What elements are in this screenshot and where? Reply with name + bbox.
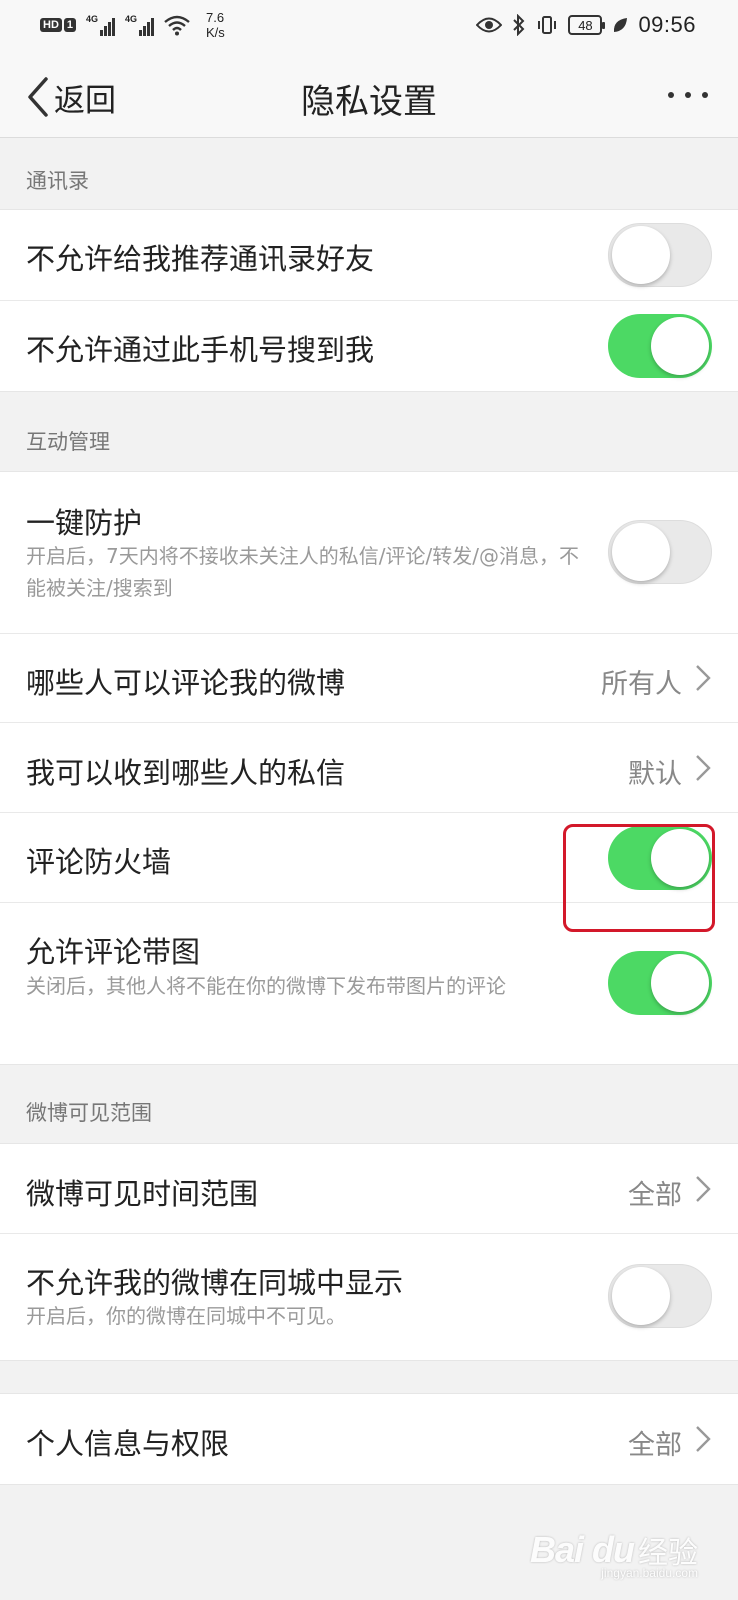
row-title: 我可以收到哪些人的私信	[26, 756, 346, 790]
row-title: 允许评论带图	[26, 935, 201, 969]
chevron-left-icon	[28, 77, 48, 117]
sim-label: 1	[63, 18, 77, 32]
toggle-switch[interactable]	[608, 1264, 712, 1328]
clock: 09:56	[638, 12, 696, 37]
watermark-main: Bai du	[529, 1529, 635, 1570]
row-comment-firewall[interactable]: 评论防火墙	[0, 813, 738, 903]
row-one-key-protect[interactable]: 一键防护 开启后，7天内将不接收未关注人的私信/评论/转发/@消息，不能被关注/…	[0, 472, 738, 634]
group-visibility: 微博可见时间范围 全部 不允许我的微博在同城中显示 开启后，你的微博在同城中不可…	[0, 1143, 738, 1361]
toggle-switch[interactable]	[608, 951, 712, 1015]
row-value: 全部	[628, 1430, 682, 1461]
row-no-phone-search[interactable]: 不允许通过此手机号搜到我	[0, 301, 738, 391]
row-value: 默认	[628, 759, 682, 790]
hd-icon: HD 1	[40, 18, 77, 32]
back-label: 返回	[54, 82, 116, 119]
wifi-icon	[164, 15, 190, 36]
row-subtitle: 开启后，你的微博在同城中不可见。	[26, 1304, 346, 1328]
status-right: 48 09:56	[476, 12, 696, 38]
row-subtitle: 关闭后，其他人将不能在你的微博下发布带图片的评论	[26, 974, 506, 998]
battery-icon: 48	[568, 15, 606, 35]
row-title: 不允许我的微博在同城中显示	[26, 1266, 404, 1300]
chevron-right-icon	[696, 665, 711, 691]
more-dots-icon[interactable]	[668, 92, 708, 98]
watermark-url: jingyan.baidu.com	[601, 1566, 698, 1580]
toggle-switch[interactable]	[608, 826, 712, 890]
signal-icon: 4G	[86, 14, 116, 36]
back-button[interactable]: 返回	[26, 76, 116, 119]
status-left: HD 1 4G 4G 7.6 K/s	[40, 10, 225, 40]
toggle-switch[interactable]	[608, 314, 712, 378]
net-speed-unit: K/s	[206, 25, 225, 40]
row-title: 不允许给我推荐通讯录好友	[26, 242, 375, 276]
row-value: 所有人	[601, 669, 682, 700]
battery-level: 48	[578, 17, 593, 33]
hd-label: HD	[40, 18, 62, 32]
eye-icon	[476, 17, 503, 33]
chevron-right-icon	[696, 1426, 711, 1452]
vibrate-icon	[538, 16, 557, 34]
leaf-icon	[614, 18, 628, 32]
group-personal: 个人信息与权限 全部	[0, 1393, 738, 1485]
row-title: 不允许通过此手机号搜到我	[26, 333, 375, 367]
row-title: 评论防火墙	[26, 845, 172, 879]
row-title: 哪些人可以评论我的微博	[26, 666, 346, 700]
toggle-switch[interactable]	[608, 520, 712, 584]
row-subtitle: 开启后，7天内将不接收未关注人的私信/评论/转发/@消息，不能被关注/搜索到	[26, 544, 579, 600]
signal-icon: 4G	[125, 14, 155, 36]
section-header-contacts: 通讯录	[26, 169, 89, 193]
row-allow-comment-images[interactable]: 允许评论带图 关闭后，其他人将不能在你的微博下发布带图片的评论	[0, 903, 738, 1064]
row-visible-time-range[interactable]: 微博可见时间范围 全部	[0, 1144, 738, 1234]
row-private-messages[interactable]: 我可以收到哪些人的私信 默认	[0, 723, 738, 813]
status-bar: HD 1 4G 4G 7.6 K/s 48 09:56	[0, 0, 738, 56]
row-title: 一键防护	[26, 506, 143, 540]
nav-bar: 返回 隐私设置	[0, 56, 738, 138]
chevron-right-icon	[696, 1176, 711, 1202]
row-who-can-comment[interactable]: 哪些人可以评论我的微博 所有人	[0, 634, 738, 723]
bluetooth-icon	[513, 14, 525, 36]
baidu-watermark: Bai du 经验 jingyan.baidu.com	[529, 1528, 698, 1580]
net-speed: 7.6 K/s	[206, 10, 225, 40]
group-contacts: 不允许给我推荐通讯录好友 不允许通过此手机号搜到我	[0, 209, 738, 392]
section-header-visibility: 微博可见范围	[26, 1101, 152, 1125]
row-hide-in-city[interactable]: 不允许我的微博在同城中显示 开启后，你的微博在同城中不可见。	[0, 1234, 738, 1360]
row-title: 个人信息与权限	[26, 1427, 230, 1461]
signal-type-label: 4G	[125, 14, 138, 24]
group-interaction: 一键防护 开启后，7天内将不接收未关注人的私信/评论/转发/@消息，不能被关注/…	[0, 471, 738, 1065]
row-value: 全部	[628, 1180, 682, 1211]
row-personal-info-permissions[interactable]: 个人信息与权限 全部	[0, 1394, 738, 1484]
net-speed-value: 7.6	[206, 10, 225, 25]
signal-type-label: 4G	[86, 14, 99, 24]
row-no-recommend-contacts[interactable]: 不允许给我推荐通讯录好友	[0, 210, 738, 301]
chevron-right-icon	[696, 755, 711, 781]
toggle-switch[interactable]	[608, 223, 712, 287]
section-header-interaction: 互动管理	[26, 430, 110, 454]
row-title: 微博可见时间范围	[26, 1177, 259, 1211]
